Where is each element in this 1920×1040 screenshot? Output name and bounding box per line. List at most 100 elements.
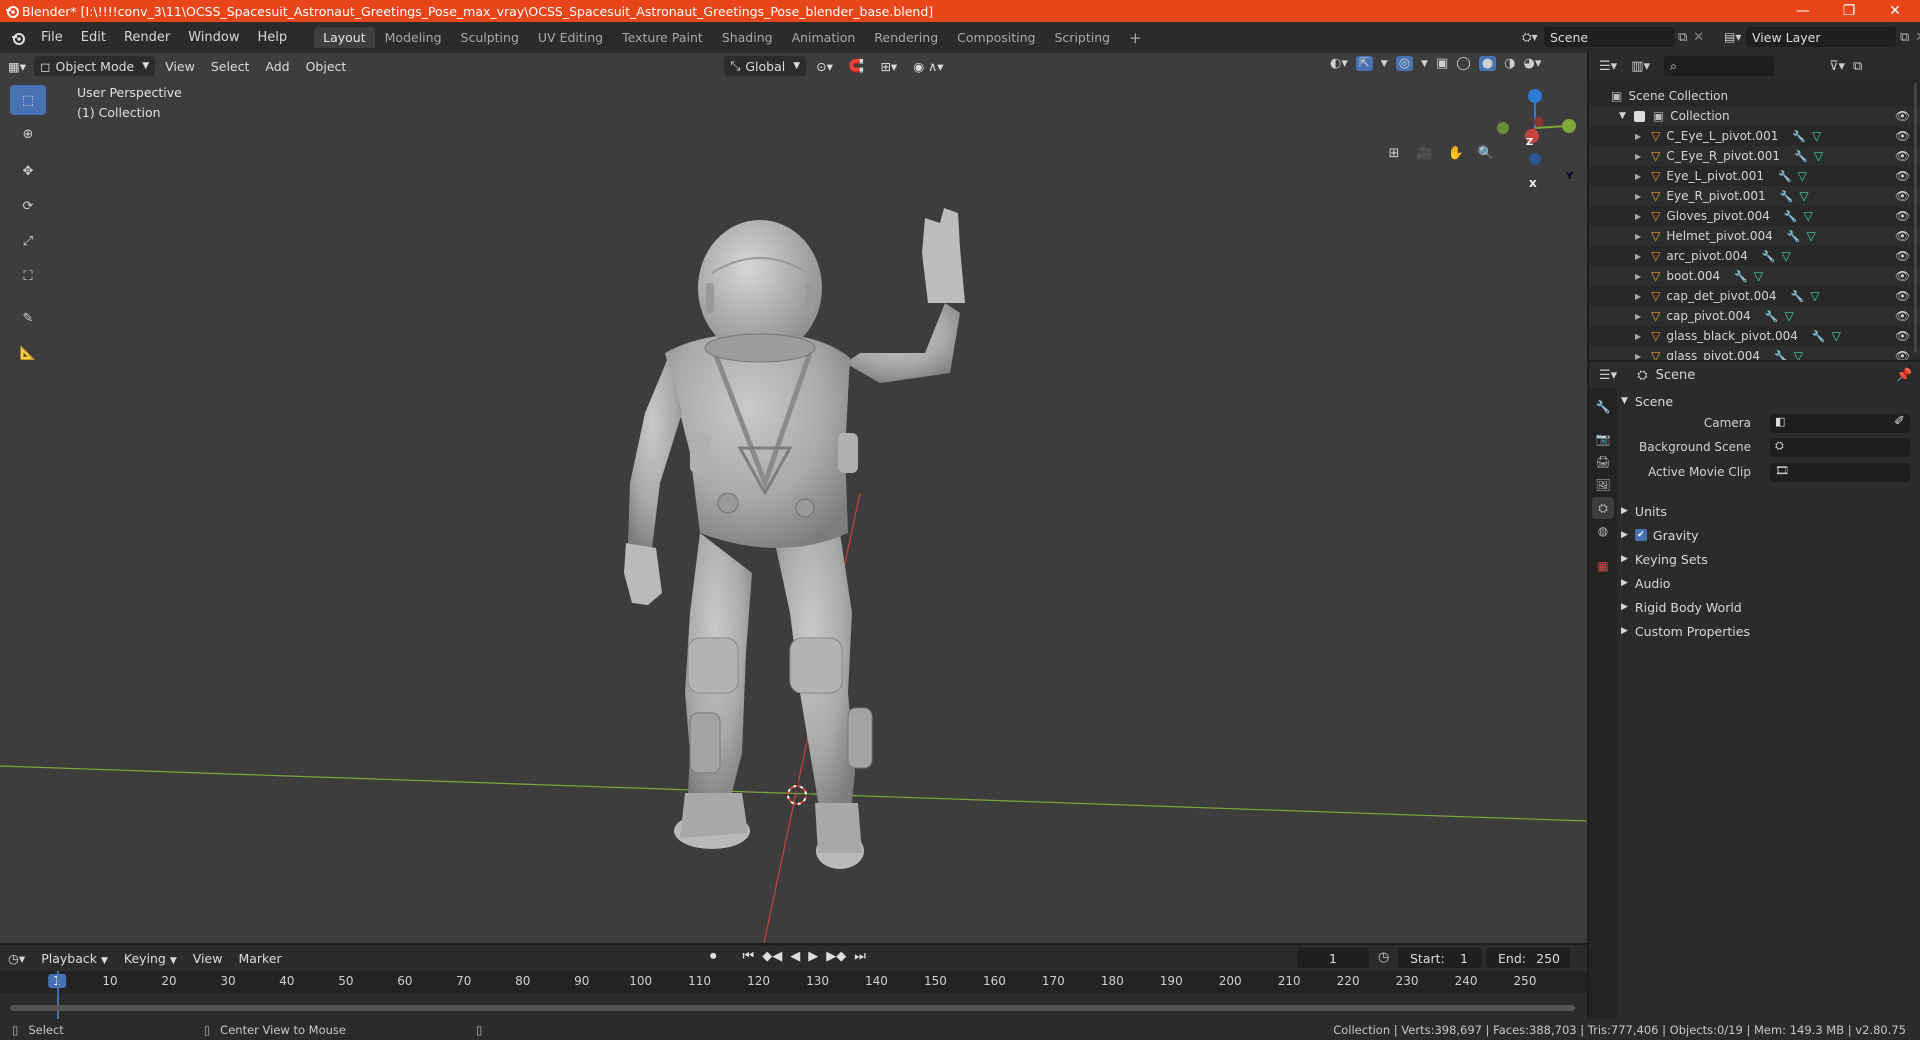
viewport-menu-object[interactable]: Object [298, 59, 355, 74]
custom-properties-panel-header[interactable]: ▶ Custom Properties [1621, 620, 1916, 642]
output-tab-icon[interactable]: 🖨 [1592, 451, 1614, 473]
mesh-data-icon[interactable]: ▽ [1754, 269, 1763, 283]
expand-arrow-icon[interactable]: ▶ [1635, 252, 1641, 261]
wireframe-shading-icon[interactable]: ◯ [1456, 56, 1471, 71]
mesh-data-icon[interactable]: ▽ [1794, 349, 1803, 360]
jump-start-icon[interactable]: ⏮ [743, 949, 755, 964]
scene-tab-icon[interactable]: ⛭ [1592, 497, 1614, 519]
jump-end-icon[interactable]: ⏭ [854, 949, 866, 964]
outliner-object-row[interactable]: ▶ ▽ C_Eye_L_pivot.001 🔧 ▽ 👁 [1589, 126, 1920, 146]
rendered-shading-icon[interactable]: ◕▾ [1524, 56, 1542, 71]
modifier-wrench-icon[interactable]: 🔧 [1765, 310, 1779, 323]
audio-panel-header[interactable]: ▶ Audio [1621, 572, 1916, 594]
gizmo-y-label[interactable]: Y [1566, 171, 1573, 182]
prev-keyframe-icon[interactable]: ◆◀ [762, 949, 782, 964]
tab-texture-paint[interactable]: Texture Paint [613, 27, 712, 48]
new-scene-icon[interactable]: ⧉ [1678, 30, 1687, 45]
pivot-point-icon[interactable]: ⊙▾ [808, 59, 841, 74]
outliner-object-row[interactable]: ▶ ▽ Eye_R_pivot.001 🔧 ▽ 👁 [1589, 186, 1920, 206]
filter-icon[interactable]: ⊽▾ [1829, 59, 1845, 74]
new-collection-icon[interactable]: ⧉ [1853, 59, 1862, 74]
modifier-wrench-icon[interactable]: 🔧 [1762, 250, 1776, 263]
play-reverse-icon[interactable]: ◀ [790, 949, 800, 964]
expand-arrow-icon[interactable]: ▶ [1635, 172, 1641, 181]
select-box-tool-icon[interactable]: ⬚ [10, 85, 46, 115]
mesh-data-icon[interactable]: ▽ [1798, 169, 1807, 183]
xray-icon[interactable]: ▣ [1436, 56, 1448, 71]
visibility-eye-icon[interactable]: 👁 [1895, 109, 1910, 123]
outliner-object-row[interactable]: ▶ ▽ Gloves_pivot.004 🔧 ▽ 👁 [1589, 206, 1920, 226]
viewport-scene[interactable] [0, 53, 1587, 943]
outliner-editor-type-icon[interactable]: ☰▾ [1599, 59, 1617, 74]
menu-render[interactable]: Render [115, 30, 179, 45]
toggle-camera-view-icon[interactable]: ⊞ [1380, 139, 1408, 167]
visibility-eye-icon[interactable]: 👁 [1895, 129, 1910, 143]
outliner-scrollbar[interactable] [1914, 83, 1917, 353]
menu-file[interactable]: File [32, 30, 72, 45]
modifier-wrench-icon[interactable]: 🔧 [1794, 150, 1808, 163]
outliner-object-row[interactable]: ▶ ▽ Eye_L_pivot.001 🔧 ▽ 👁 [1589, 166, 1920, 186]
transform-orientation-select[interactable]: ⤡ Global ▼ [724, 56, 807, 76]
scene-name-field[interactable]: Scene [1544, 27, 1674, 47]
pin-icon[interactable]: 📌 [1896, 368, 1912, 383]
outliner-scene-collection[interactable]: ▣ Scene Collection [1589, 86, 1920, 106]
outliner-object-row[interactable]: ▶ ▽ C_Eye_R_pivot.001 🔧 ▽ 👁 [1589, 146, 1920, 166]
render-tab-icon[interactable]: 📷 [1592, 428, 1614, 450]
modifier-wrench-icon[interactable]: 🔧 [1784, 210, 1798, 223]
tool-tab-icon[interactable]: 🔧 [1592, 396, 1614, 418]
view-layer-icon[interactable]: ▤▾ [1724, 30, 1746, 44]
expand-arrow-icon[interactable]: ▶ [1635, 192, 1641, 201]
tab-sculpting[interactable]: Sculpting [452, 27, 528, 48]
modifier-wrench-icon[interactable]: 🔧 [1812, 330, 1826, 343]
timeline-editor-type-icon[interactable]: ◷▾ [0, 951, 33, 966]
visibility-eye-icon[interactable]: 👁 [1895, 309, 1910, 323]
expand-arrow-icon[interactable]: ▶ [1635, 332, 1641, 341]
3d-viewport[interactable]: Z Y X ▦▾ ◻ Object Mode ▼ View Select Add O… [0, 53, 1587, 943]
modifier-wrench-icon[interactable]: 🔧 [1734, 270, 1748, 283]
modifier-wrench-icon[interactable]: 🔧 [1778, 170, 1792, 183]
next-keyframe-icon[interactable]: ▶◆ [826, 949, 846, 964]
scene-icon[interactable]: ⛭▾ [1522, 30, 1544, 45]
mesh-data-icon[interactable]: ▽ [1799, 189, 1808, 203]
snap-target-icon[interactable]: ⊞▾ [872, 59, 905, 74]
outliner-object-row[interactable]: ▶ ▽ boot.004 🔧 ▽ 👁 [1589, 266, 1920, 286]
pan-view-icon[interactable]: ✋ [1442, 139, 1470, 167]
gizmo-x-label[interactable]: X [1529, 179, 1537, 190]
texture-tab-icon[interactable]: ▦ [1592, 555, 1614, 577]
material-shading-icon[interactable]: ◑ [1504, 56, 1515, 71]
properties-editor-type-icon[interactable]: ☰▾ [1599, 368, 1617, 383]
modifier-wrench-icon[interactable]: 🔧 [1790, 290, 1804, 303]
current-frame-field[interactable]: 1 [1297, 948, 1369, 968]
outliner-object-row[interactable]: ▶ ▽ glass_black_pivot.004 🔧 ▽ 👁 [1589, 326, 1920, 346]
visibility-eye-icon[interactable]: 👁 [1895, 269, 1910, 283]
tab-layout[interactable]: Layout [314, 27, 375, 48]
outliner-object-row[interactable]: ▶ ▽ arc_pivot.004 🔧 ▽ 👁 [1589, 246, 1920, 266]
rotate-tool-icon[interactable]: ⟳ [10, 191, 46, 221]
outliner-object-row[interactable]: ▶ ▽ Helmet_pivot.004 🔧 ▽ 👁 [1589, 226, 1920, 246]
new-view-layer-icon[interactable]: ⧉ [1900, 30, 1909, 45]
expand-arrow-icon[interactable]: ▼ [1619, 111, 1626, 121]
playhead[interactable] [57, 971, 59, 1019]
zoom-view-icon[interactable]: 🔍 [1472, 139, 1500, 167]
visibility-icon[interactable]: ◐▾ [1330, 56, 1348, 71]
visibility-eye-icon[interactable]: 👁 [1895, 249, 1910, 263]
display-mode-icon[interactable]: ▥▾ [1631, 59, 1650, 74]
visibility-eye-icon[interactable]: 👁 [1895, 229, 1910, 243]
view-layer-field[interactable]: View Layer [1746, 27, 1896, 47]
active-movie-clip-field[interactable]: 🎞 [1770, 463, 1910, 482]
expand-arrow-icon[interactable]: ▶ [1635, 212, 1641, 221]
viewport-menu-select[interactable]: Select [203, 59, 258, 74]
timeline-ruler[interactable]: 1102030405060708090100110120130140150160… [0, 971, 1587, 993]
mesh-data-icon[interactable]: ▽ [1804, 209, 1813, 223]
cursor-tool-icon[interactable]: ⊕ [10, 119, 46, 149]
visibility-eye-icon[interactable]: 👁 [1895, 329, 1910, 343]
annotate-tool-icon[interactable]: ✎ [10, 303, 46, 333]
start-frame-field[interactable]: Start: 1 [1398, 948, 1482, 968]
outliner-object-row[interactable]: ▶ ▽ cap_pivot.004 🔧 ▽ 👁 [1589, 306, 1920, 326]
modifier-wrench-icon[interactable]: 🔧 [1780, 190, 1794, 203]
tab-shading[interactable]: Shading [713, 27, 782, 48]
eyedropper-icon[interactable]: ✐ [1894, 414, 1905, 429]
background-scene-field[interactable]: ⛭ [1770, 438, 1910, 457]
outliner-object-row[interactable]: ▶ ▽ glass_pivot.004 🔧 ▽ 👁 [1589, 346, 1920, 360]
snap-icon[interactable]: 🧲 [841, 58, 873, 74]
